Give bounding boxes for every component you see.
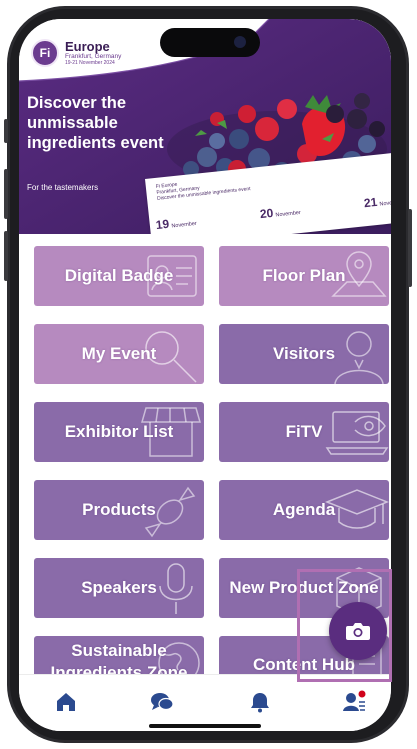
person-icon [334,331,384,384]
tile-label: My Event [81,344,157,363]
home-icon [57,693,75,711]
brand-name: Europe [65,39,110,54]
tile-label: Agenda [272,500,336,519]
silent-switch [4,119,8,143]
tile-digital-badge[interactable]: Digital Badge [34,246,204,306]
hero-tagline: For the tastemakers [27,183,99,192]
tile-label: Digital Badge [64,266,174,285]
tile-exhibitor-list[interactable]: Exhibitor List [34,402,204,462]
tab-profile[interactable] [341,689,367,715]
tile-label: Speakers [81,578,157,597]
brand-location: Frankfurt, Germany [65,53,122,60]
tile-fitv[interactable]: FiTV [219,402,389,462]
tab-chat[interactable] [149,689,175,715]
chat-bubbles-icon [151,693,174,711]
tile-speakers[interactable]: Speakers [34,558,204,618]
power-button [408,209,412,287]
tile-label: Products [82,500,156,519]
tile-sustainable-ingredients-zone[interactable]: Sustainable Ingredients Zone [34,636,204,674]
tile-label: Floor Plan [262,266,346,285]
tile-label: Visitors [272,344,336,363]
volume-down-button [4,231,8,281]
profile-icon [343,690,366,711]
tile-agenda[interactable]: Agenda [219,480,389,540]
highlight-box [297,569,392,682]
event-logo: Fi Europe Frankfurt, Germany 19-21 Novem… [31,39,121,67]
tab-home[interactable] [53,689,79,715]
tile-products[interactable]: Products [34,480,204,540]
tile-floor-plan[interactable]: Floor Plan [219,246,389,306]
date-day-3: 21November [363,194,391,211]
tile-label: FiTV [285,422,323,441]
laptop-eye-icon [325,411,389,455]
fi-logo-icon: Fi [31,39,59,67]
bottom-tab-bar [19,674,391,731]
microphone-icon [159,563,193,614]
tile-visitors[interactable]: Visitors [219,324,389,384]
home-indicator [149,724,261,728]
dynamic-island [160,28,260,57]
hero-headline: Discover the unmissable ingredients even… [27,94,164,152]
brand-dates: 19-21 November 2024 [65,60,115,66]
tile-label: Sustainable Ingredients Zone [50,641,188,674]
notification-dot [358,690,366,698]
date-day-2: 20November [259,205,302,222]
tile-my-event[interactable]: My Event [34,324,204,384]
bell-icon [251,693,269,713]
date-day-1: 19November [155,216,198,233]
volume-up-button [4,169,8,219]
tile-label: Exhibitor List [64,422,174,441]
tab-notifications[interactable] [247,689,273,715]
